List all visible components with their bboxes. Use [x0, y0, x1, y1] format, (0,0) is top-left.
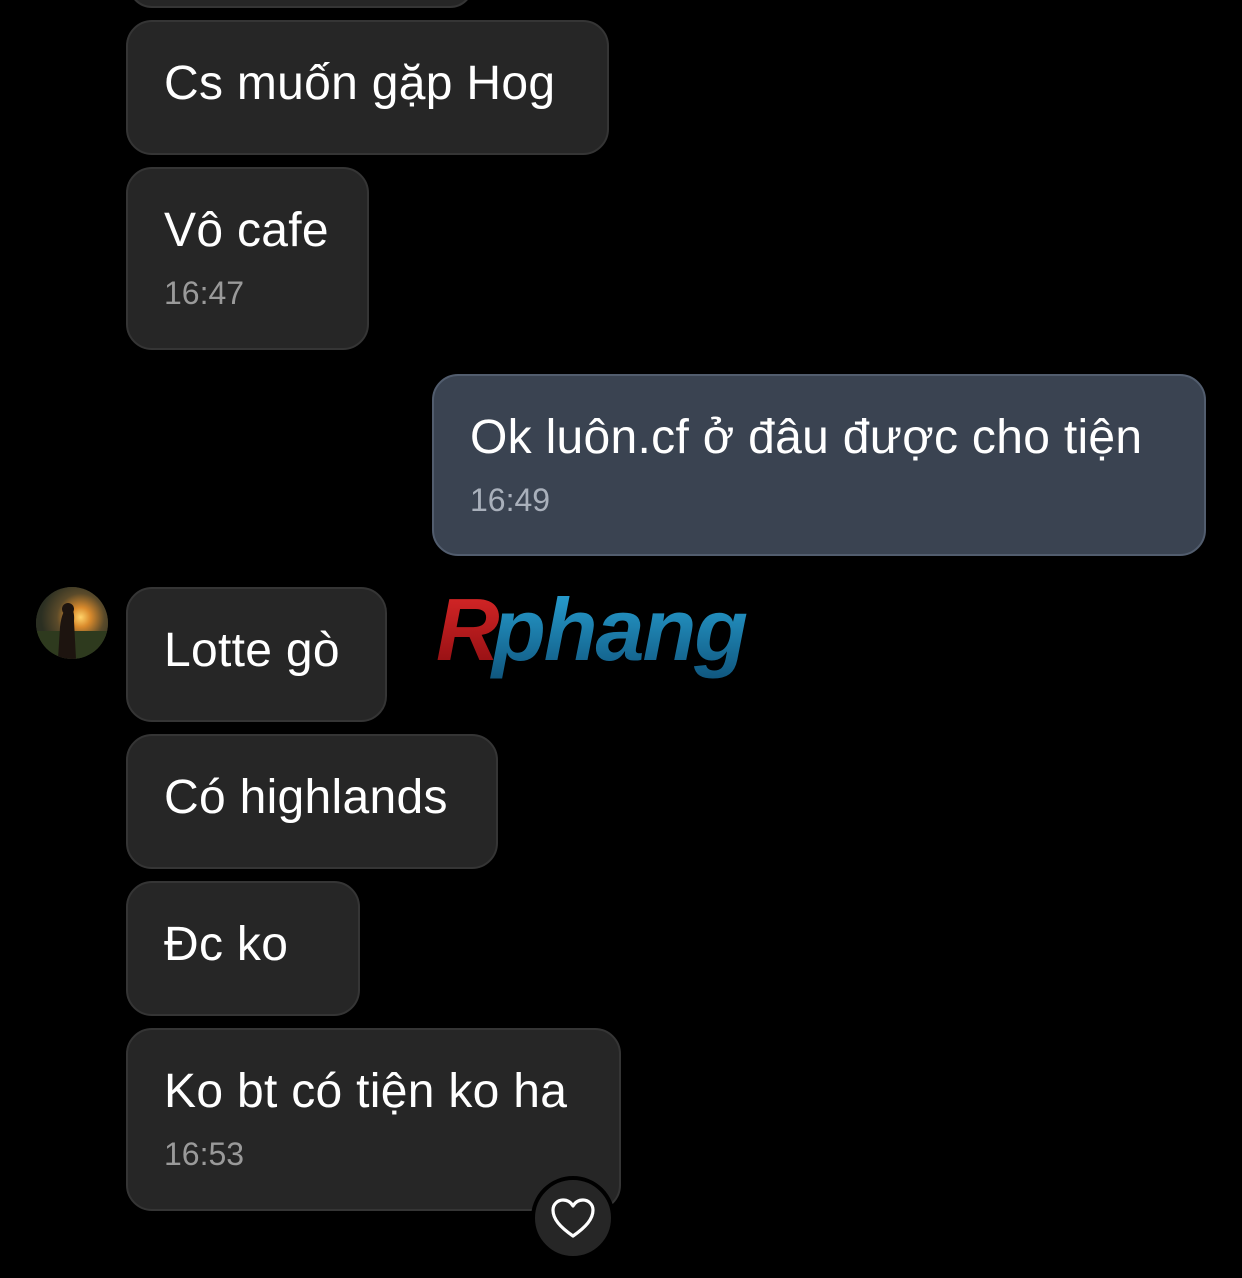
message-text: Ko bt có tiện ko ha	[164, 1065, 568, 1118]
heart-reaction-button[interactable]	[531, 1176, 615, 1260]
contact-avatar[interactable]	[36, 587, 108, 659]
message-timestamp: 16:53	[164, 1136, 245, 1172]
message-text: Ok luôn.cf ở đâu được cho tiện	[470, 411, 1143, 464]
watermark-letter-r: R	[436, 582, 499, 679]
message-text: Cs muốn gặp Hog	[164, 57, 556, 110]
partial-message-bubble[interactable]	[128, 0, 474, 8]
message-bubble-incoming[interactable]: Có highlands	[126, 734, 498, 869]
message-bubble-incoming[interactable]: Vô cafe 16:47	[126, 167, 369, 350]
message-bubble-outgoing[interactable]: Ok luôn.cf ở đâu được cho tiện 16:49	[432, 374, 1206, 556]
message-text: Đc ko	[164, 918, 289, 971]
message-bubble-incoming[interactable]: Cs muốn gặp Hog	[126, 20, 609, 155]
message-bubble-incoming[interactable]: Đc ko	[126, 881, 360, 1016]
message-text: Vô cafe	[164, 204, 329, 257]
watermark-logo: R phang	[430, 580, 815, 692]
svg-text:phang: phang	[490, 582, 747, 679]
avatar-photo	[36, 587, 108, 659]
message-timestamp: 16:49	[470, 482, 551, 518]
message-text: Có highlands	[164, 771, 448, 824]
message-timestamp: 16:47	[164, 275, 245, 311]
heart-icon	[551, 1198, 595, 1238]
message-bubble-incoming[interactable]: Lotte gò	[126, 587, 387, 722]
message-text: Lotte gò	[164, 624, 340, 677]
